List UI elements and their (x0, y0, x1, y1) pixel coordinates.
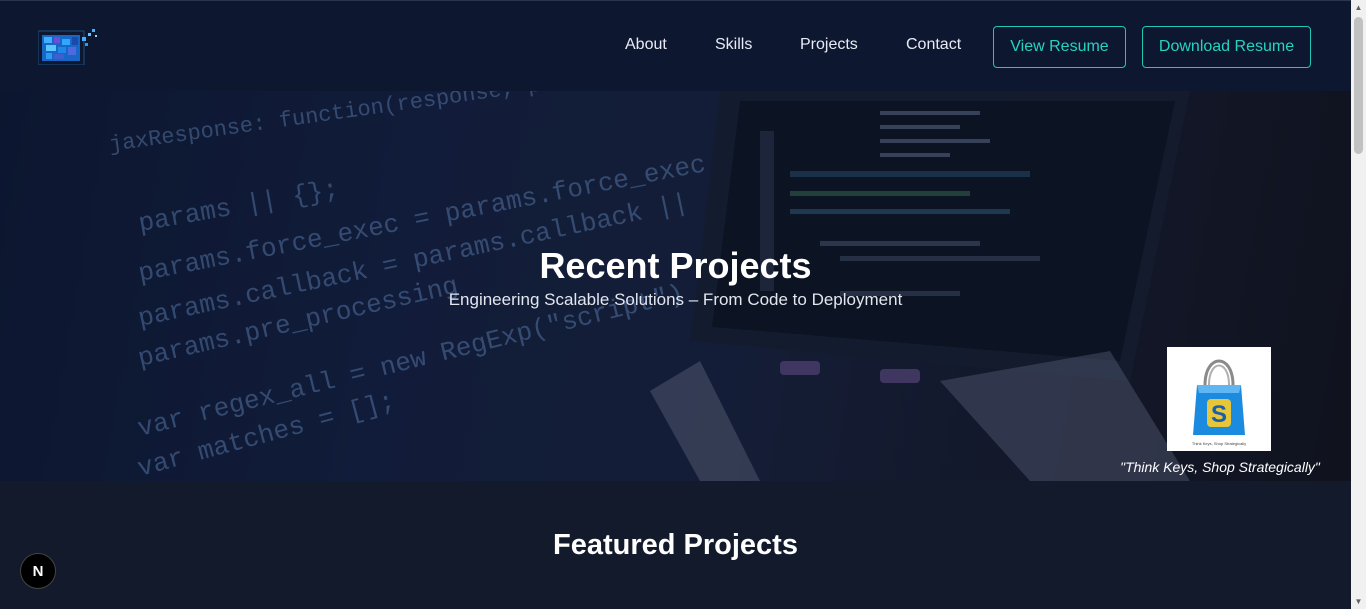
nav-contact-link[interactable]: Contact (906, 36, 961, 54)
nextjs-dev-indicator-button[interactable]: N (20, 553, 56, 589)
view-resume-button[interactable]: View Resume (993, 26, 1126, 68)
hero-subtitle: Engineering Scalable Solutions – From Co… (448, 290, 903, 309)
nav-projects-link[interactable]: Projects (800, 36, 858, 54)
svg-text:S: S (1211, 401, 1227, 428)
site-header: About Skills Projects Contact View Resum… (0, 0, 1351, 91)
shop-product-caption: Think Keys, Shop Strategically (1192, 441, 1246, 446)
scroll-down-arrow-icon[interactable]: ▼ (1351, 594, 1366, 609)
hero-title: Recent Projects (539, 245, 812, 286)
page: About Skills Projects Contact View Resum… (0, 0, 1351, 609)
scrollbar-thumb[interactable] (1354, 17, 1363, 154)
logo-icon[interactable] (37, 25, 102, 66)
hero-section: jaxResponse: function(response, params p… (0, 91, 1351, 481)
download-resume-button[interactable]: Download Resume (1142, 26, 1311, 68)
nav-skills-link[interactable]: Skills (715, 36, 752, 54)
featured-projects-heading: Featured Projects (553, 529, 798, 561)
shop-tagline: "Think Keys, Shop Strategically" (1120, 459, 1320, 475)
scroll-up-arrow-icon[interactable]: ▲ (1351, 0, 1366, 15)
page-scrollbar[interactable]: ▲ ▼ (1351, 0, 1366, 609)
nav-about-link[interactable]: About (625, 36, 667, 54)
shop-product-image[interactable]: S Think Keys, Shop Strategically (1167, 347, 1271, 451)
